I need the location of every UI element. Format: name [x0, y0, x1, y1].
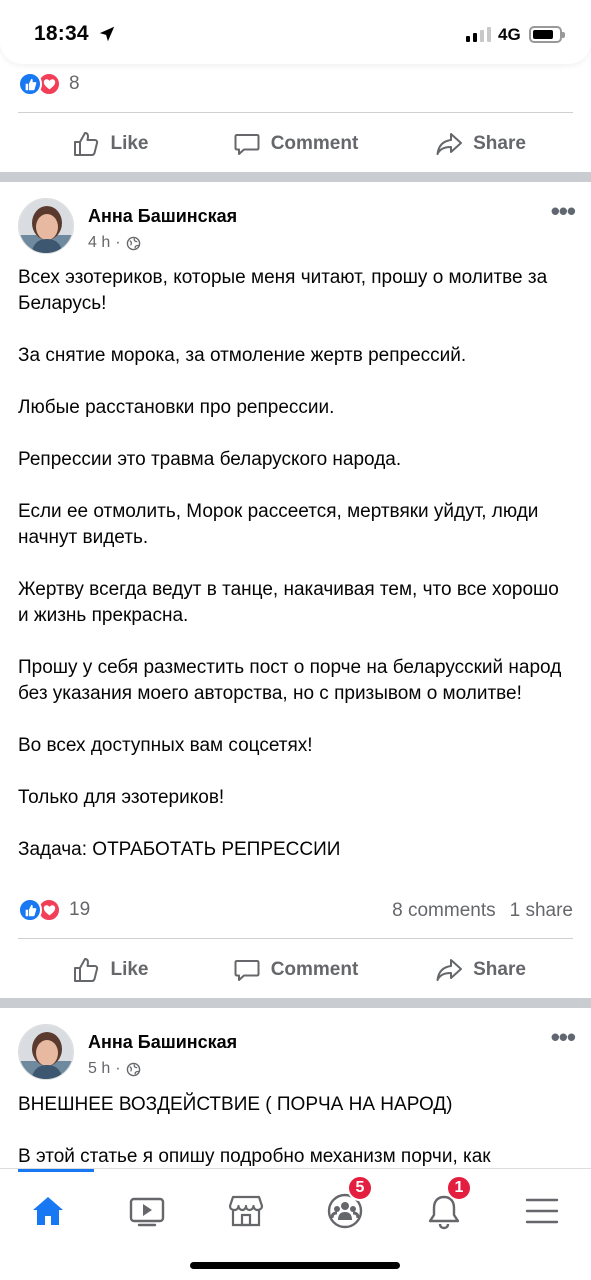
engagement-counts: 8 comments 1 share — [392, 900, 573, 922]
active-tab-indicator — [18, 1169, 94, 1172]
signal-icon — [466, 26, 491, 42]
share-icon — [436, 132, 463, 155]
post-meta: 5 h · — [88, 1060, 141, 1078]
share-button[interactable]: Share — [388, 130, 573, 158]
reaction-count: 8 — [69, 73, 80, 94]
thumbs-up-icon — [74, 957, 99, 982]
video-icon — [129, 1197, 165, 1227]
home-icon — [33, 1197, 63, 1225]
post-time[interactable]: 5 h — [88, 1060, 110, 1078]
author-avatar[interactable] — [18, 1024, 74, 1080]
like-button[interactable]: Like — [18, 130, 203, 158]
post-paragraph: ВНЕШНЕЕ ВОЗДЕЙСТВИЕ ( ПОРЧА НА НАРОД) — [18, 1094, 453, 1115]
status-bar: 18:34 4G — [0, 0, 591, 64]
post-time[interactable]: 4 h — [88, 234, 110, 252]
menu-icon — [525, 1198, 559, 1224]
post-action-bar: Like Comment Share — [18, 112, 573, 174]
comment-icon — [234, 133, 260, 155]
author-avatar[interactable] — [18, 198, 74, 254]
groups-badge: 5 — [347, 1175, 373, 1201]
like-label: Like — [110, 958, 149, 980]
post-paragraph: Репрессии это травма беларуского народа. — [18, 449, 402, 470]
share-label: Share — [473, 132, 526, 154]
post-paragraph: Только для эзотериков! — [18, 787, 225, 808]
tab-menu[interactable] — [512, 1181, 572, 1241]
post-paragraph: Задача: ОТРАБОТАТЬ РЕПРЕССИИ — [18, 839, 341, 860]
post-paragraph: Всех эзотериков, которые меня читают, пр… — [18, 267, 548, 314]
share-button[interactable]: Share — [388, 956, 573, 984]
tab-home[interactable] — [18, 1181, 78, 1241]
marketplace-icon — [228, 1195, 264, 1227]
globe-icon — [126, 236, 140, 250]
post-paragraph: Во всех доступных вам соцсетях! — [18, 735, 313, 756]
meta-separator: · — [115, 1060, 121, 1077]
more-options-icon[interactable]: ••• — [551, 196, 576, 227]
comment-button[interactable]: Comment — [203, 956, 388, 984]
post-paragraph: В этой статье я опишу подробно механизм … — [18, 1146, 491, 1167]
reaction-count: 19 — [69, 899, 91, 920]
home-indicator[interactable] — [190, 1262, 400, 1269]
like-reaction-icon — [18, 72, 42, 96]
comment-label: Comment — [270, 132, 359, 154]
tab-groups[interactable]: 5 — [315, 1175, 375, 1241]
notifications-badge: 1 — [446, 1175, 472, 1201]
share-icon — [436, 958, 463, 981]
post-paragraph: Любые расстановки про репрессии. — [18, 397, 335, 418]
like-reaction-icon — [18, 898, 42, 922]
thumbs-up-icon — [74, 131, 99, 156]
tab-notifications[interactable]: 1 — [414, 1175, 474, 1241]
post-paragraph: Жертву всегда ведут в танце, накачивая т… — [18, 579, 559, 626]
status-time: 18:34 — [34, 22, 89, 45]
comment-button[interactable]: Comment — [203, 130, 388, 158]
tab-watch[interactable] — [117, 1181, 177, 1241]
post-author[interactable]: Анна Башинская — [88, 1032, 237, 1053]
location-arrow-icon — [99, 26, 115, 42]
tab-marketplace[interactable] — [216, 1181, 276, 1241]
like-button[interactable]: Like — [18, 956, 203, 984]
post-paragraph: Прошу у себя разместить пост о порче на … — [18, 657, 562, 704]
more-options-icon[interactable]: ••• — [551, 1022, 576, 1053]
post-divider — [0, 998, 591, 1008]
globe-icon — [126, 1062, 140, 1076]
comments-count-link[interactable]: 8 comments — [392, 900, 495, 922]
shares-count-link[interactable]: 1 share — [510, 900, 573, 922]
post-action-bar: Like Comment Share — [18, 938, 573, 1000]
reactions-summary[interactable]: 8 — [18, 72, 80, 96]
post-author[interactable]: Анна Башинская — [88, 206, 237, 227]
network-type: 4G — [498, 25, 521, 44]
post-body: Всех эзотериков, которые меня читают, пр… — [18, 265, 574, 863]
battery-icon — [529, 26, 565, 43]
post-divider — [0, 172, 591, 182]
post-paragraph: Если ее отмолить, Морок рассеется, мертв… — [18, 501, 539, 548]
post-body: ВНЕШНЕЕ ВОЗДЕЙСТВИЕ ( ПОРЧА НА НАРОД) В … — [18, 1092, 574, 1170]
post-meta: 4 h · — [88, 234, 141, 252]
meta-separator: · — [115, 234, 121, 251]
post-paragraph: За снятие морока, за отмоление жертв реп… — [18, 345, 467, 366]
share-label: Share — [473, 958, 526, 980]
comment-icon — [234, 959, 260, 981]
comment-label: Comment — [270, 958, 359, 980]
reactions-summary[interactable]: 19 — [18, 898, 90, 922]
like-label: Like — [110, 132, 149, 154]
